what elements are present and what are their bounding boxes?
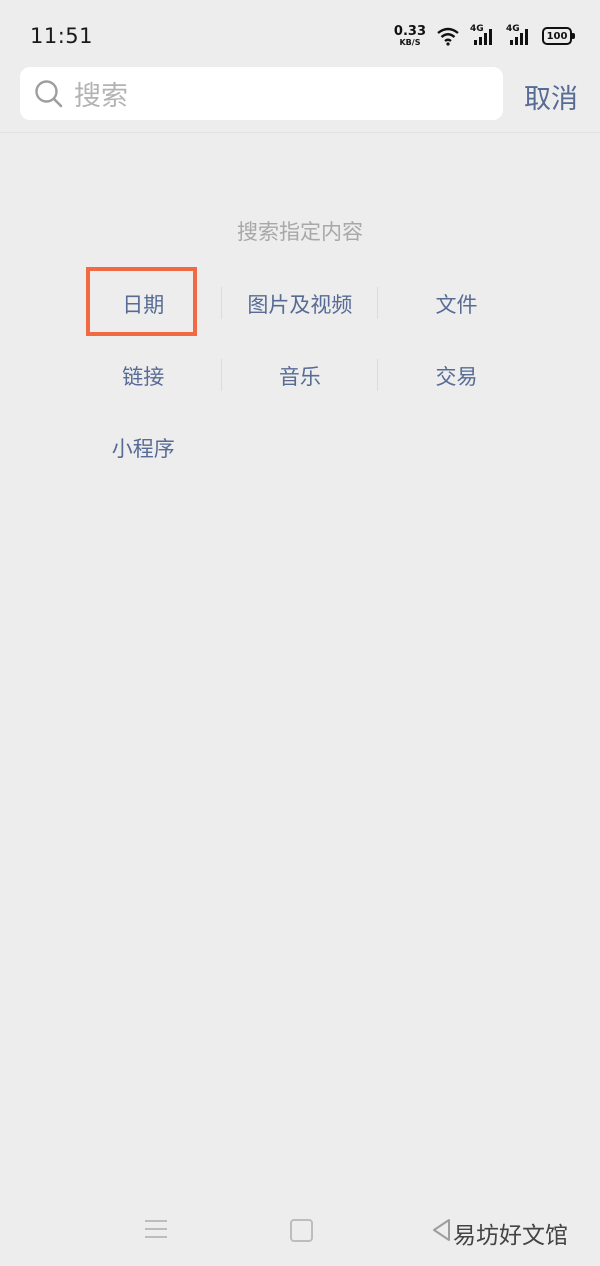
search-input[interactable]: 搜索 [20,67,503,120]
network-speed: 0.33 KB/S [394,25,426,47]
category-images-videos[interactable]: 图片及视频 [222,268,379,340]
network-speed-value: 0.33 [393,24,426,39]
navigation-bar: 易坊好文馆 [0,1200,600,1266]
wifi-icon [437,27,459,46]
header-divider [0,132,600,133]
search-placeholder: 搜索 [74,81,128,112]
menu-icon[interactable] [145,1220,167,1240]
search-icon [35,79,63,107]
network-speed-unit: KB/S [399,38,421,47]
category-music[interactable]: 音乐 [222,340,379,412]
back-icon[interactable] [431,1218,451,1242]
category-row: 小程序 [65,412,535,484]
section-title: 搜索指定内容 [237,220,363,244]
category-files[interactable]: 文件 [378,268,535,340]
watermark-text: 易坊好文馆 [453,1223,568,1249]
status-time: 11:51 [30,24,94,48]
category-links[interactable]: 链接 [65,340,222,412]
category-mini-programs[interactable]: 小程序 [65,412,222,484]
highlight-box [86,267,197,336]
home-icon[interactable] [290,1219,313,1242]
battery-icon: 100 [542,27,575,45]
category-transactions[interactable]: 交易 [378,340,535,412]
cancel-button[interactable]: 取消 [524,77,578,116]
category-row: 链接 音乐 交易 [65,340,535,412]
status-icons: 0.33 KB/S 4G 4G 100 [394,22,575,50]
signal-icon-sim1: 4G [470,24,496,46]
status-bar: 11:51 0.33 KB/S 4G 4G 100 [0,0,600,62]
signal-icon-sim2: 4G [506,24,532,46]
